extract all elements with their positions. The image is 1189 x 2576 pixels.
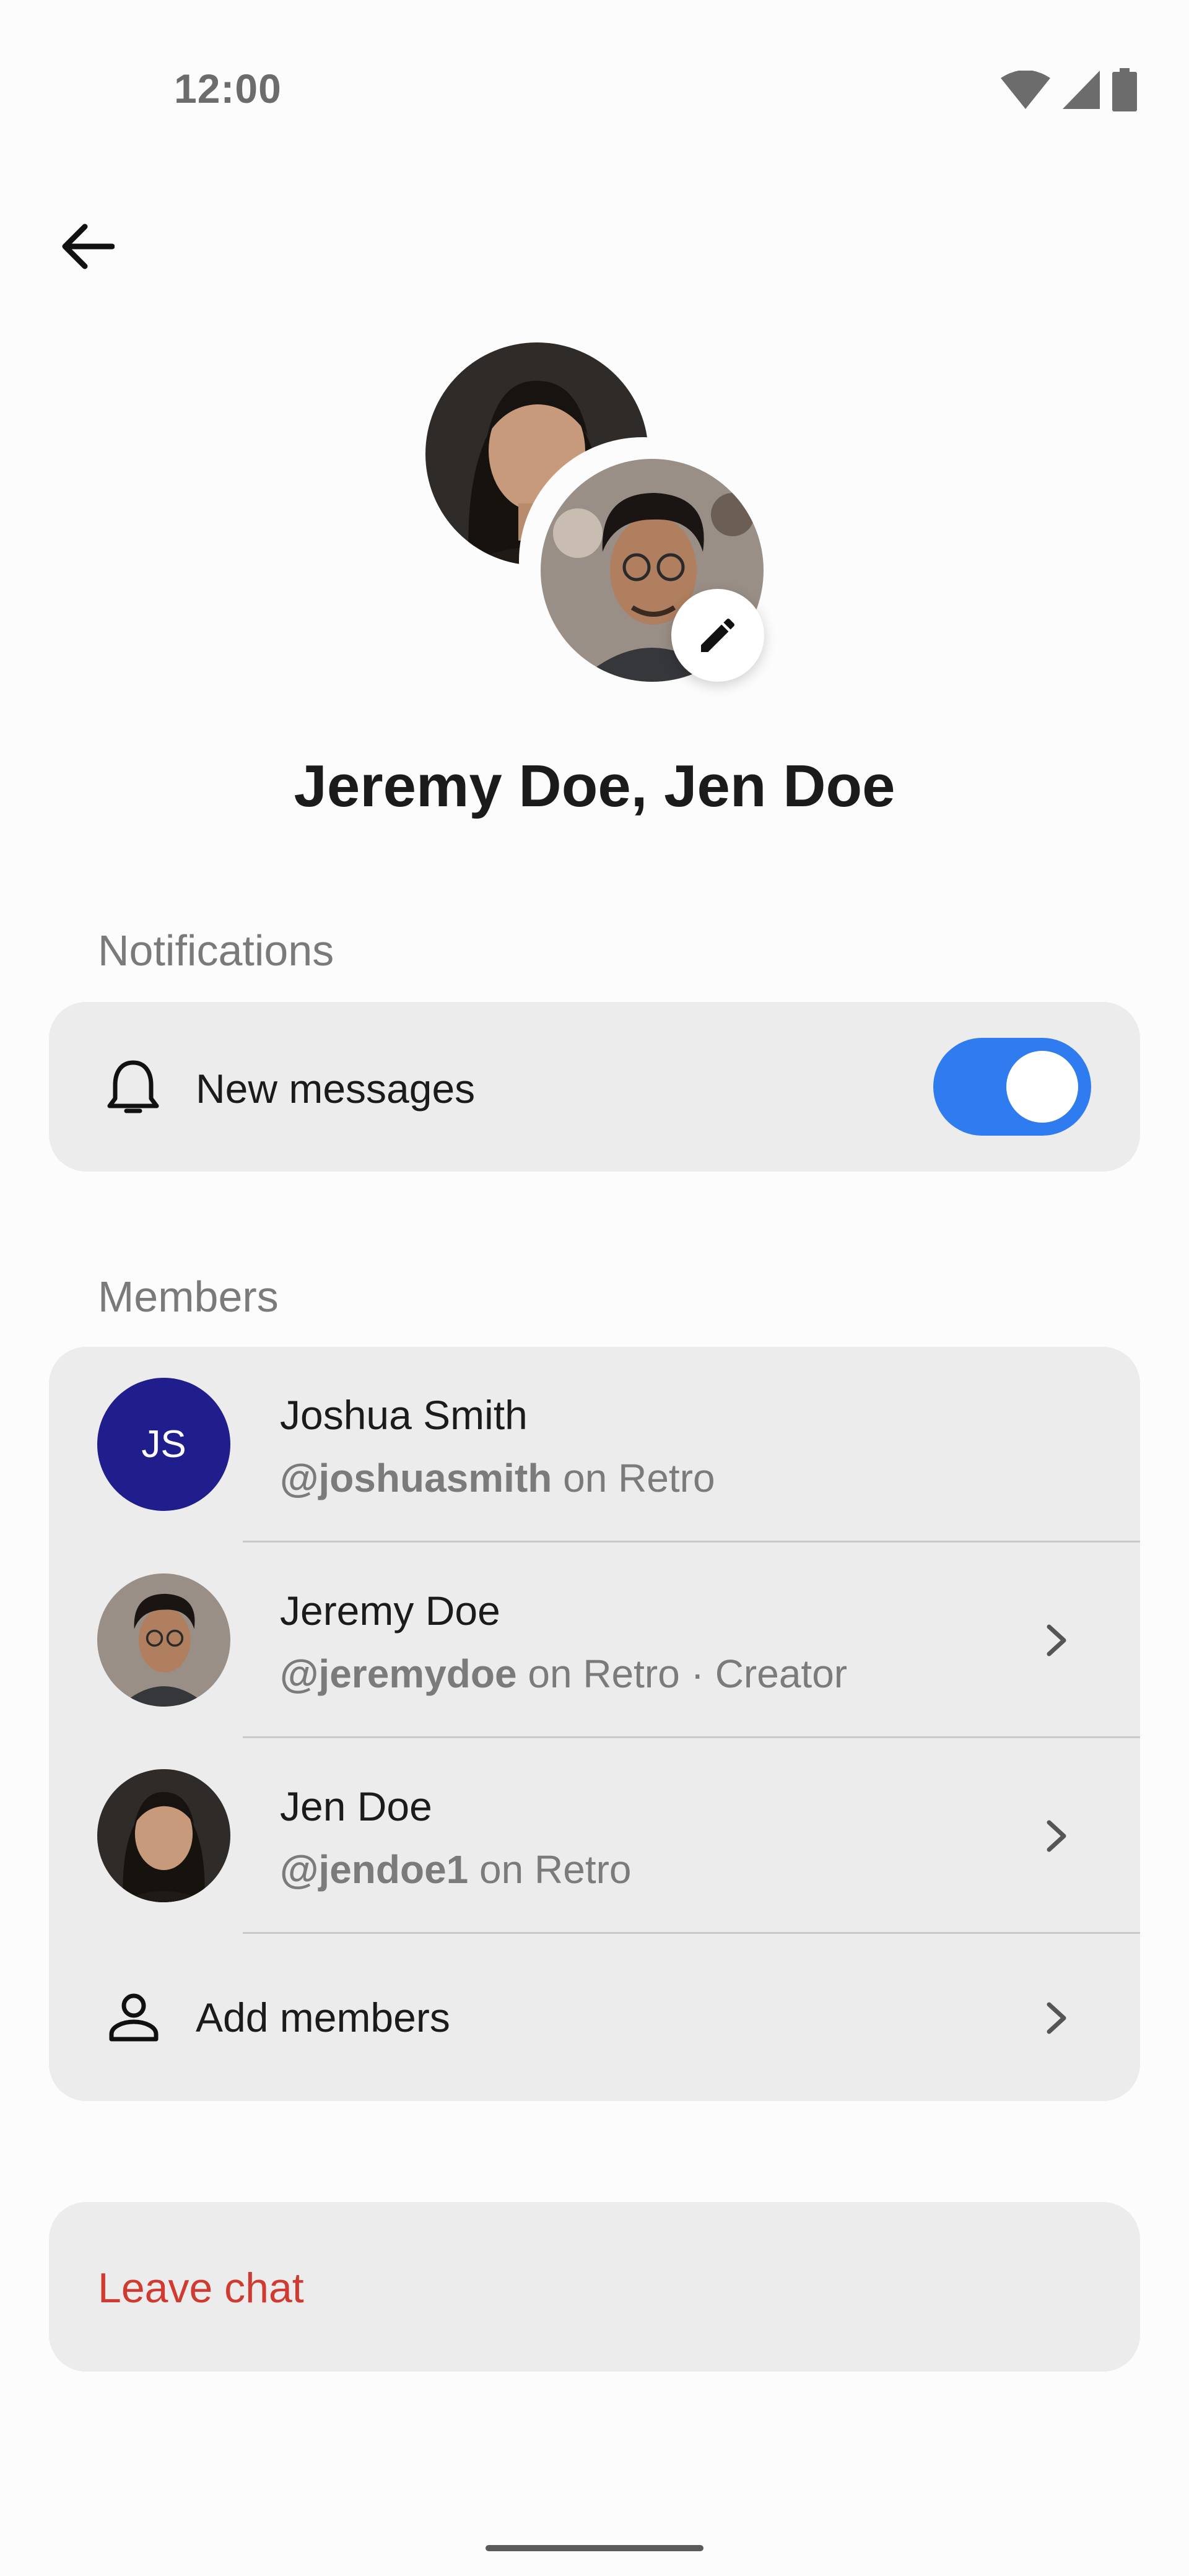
member-subtitle: @joshuasmith on Retro: [280, 1455, 715, 1501]
member-subtitle: @jeremydoe on Retro · Creator: [280, 1651, 847, 1697]
leave-chat-button[interactable]: Leave chat: [49, 2202, 1140, 2372]
status-time: 12:00: [174, 66, 282, 111]
edit-avatar-button[interactable]: [671, 589, 764, 682]
status-icons: [1001, 68, 1137, 111]
chevron-right-icon: [1032, 1811, 1081, 1861]
notifications-card: New messages: [49, 1002, 1140, 1172]
member-name: Jeremy Doe: [280, 1588, 500, 1634]
add-members-label: Add members: [196, 1995, 450, 2040]
members-card: JS Joshua Smith @joshuasmith on Retro Je…: [49, 1347, 1140, 2101]
pencil-icon: [701, 618, 735, 652]
member-row-jeremy-doe[interactable]: Jeremy Doe @jeremydoe on Retro · Creator: [49, 1543, 1140, 1738]
chevron-right-icon: [1032, 1616, 1081, 1665]
avatar-initials: JS: [97, 1378, 230, 1511]
cellular-signal-icon: [1063, 71, 1100, 109]
member-platform: on Retro: [468, 1847, 632, 1892]
member-row-joshua-smith[interactable]: JS Joshua Smith @joshuasmith on Retro: [49, 1347, 1140, 1543]
member-handle: @jendoe1: [280, 1847, 469, 1892]
add-members-row[interactable]: Add members: [49, 1935, 1140, 2101]
notifications-section-label: Notifications: [98, 926, 334, 975]
member-name: Jen Doe: [280, 1783, 432, 1829]
leave-chat-label: Leave chat: [98, 2265, 304, 2312]
home-indicator: [486, 2545, 703, 2551]
members-section-label: Members: [98, 1273, 279, 1321]
avatar-jen-doe-small: [97, 1769, 230, 1902]
member-platform: on Retro · Creator: [516, 1651, 848, 1696]
member-handle: @jeremydoe: [280, 1651, 517, 1696]
avatar-joshua-smith: JS: [97, 1378, 230, 1511]
member-platform: on Retro: [552, 1456, 715, 1500]
member-name: Joshua Smith: [280, 1392, 528, 1438]
avatar-jeremy-doe-small: [97, 1573, 230, 1707]
back-button[interactable]: [45, 204, 128, 288]
person-add-icon: [109, 1993, 159, 2042]
member-row-jen-doe[interactable]: Jen Doe @jendoe1 on Retro: [49, 1738, 1140, 1934]
member-subtitle: @jendoe1 on Retro: [280, 1847, 632, 1892]
toggle-knob: [1006, 1051, 1078, 1123]
divider: [243, 1932, 1140, 1934]
new-messages-label: New messages: [196, 1066, 476, 1112]
member-handle: @joshuasmith: [280, 1456, 552, 1500]
wifi-icon: [1001, 71, 1050, 109]
group-avatar: [423, 341, 807, 725]
bell-icon: [107, 1060, 159, 1113]
chat-title: Jeremy Doe, Jen Doe: [294, 753, 895, 819]
arrow-left-icon: [62, 224, 115, 269]
chevron-right-icon: [1032, 1993, 1081, 2043]
battery-icon: [1112, 68, 1137, 111]
new-messages-toggle[interactable]: [933, 1038, 1091, 1136]
